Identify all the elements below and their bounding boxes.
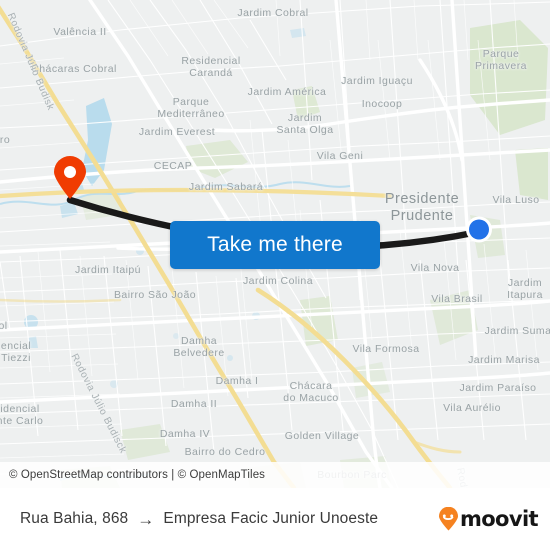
moovit-trip-map-screen: Jardim Cobral Valência II Parque Primavera… — [0, 0, 550, 550]
moovit-wordmark: moovit — [459, 507, 539, 531]
origin-label: Rua Bahia, 868 — [20, 510, 129, 527]
moovit-pin-icon — [438, 507, 458, 531]
destination-label: Empresa Facic Junior Unoeste — [163, 510, 379, 527]
map-pin-icon — [54, 156, 86, 199]
route-summary: Rua Bahia, 868 → Empresa Facic Junior Un… — [20, 510, 378, 528]
map-attribution: © OpenStreetMap contributors | © OpenMap… — [0, 462, 550, 488]
trip-footer: Rua Bahia, 868 → Empresa Facic Junior Un… — [0, 488, 550, 550]
take-me-there-button[interactable]: Take me there — [170, 221, 380, 269]
circle-dot-icon — [466, 216, 492, 243]
moovit-logo[interactable]: moovit — [438, 507, 539, 531]
map-canvas[interactable]: Jardim Cobral Valência II Parque Primavera… — [0, 0, 550, 488]
destination-marker-dot[interactable] — [465, 216, 493, 249]
take-me-there-label: Take me there — [207, 233, 343, 256]
attribution-text: © OpenStreetMap contributors | © OpenMap… — [9, 469, 266, 481]
arrow-right-icon: → — [137, 509, 155, 529]
origin-marker-pin[interactable] — [53, 156, 87, 205]
